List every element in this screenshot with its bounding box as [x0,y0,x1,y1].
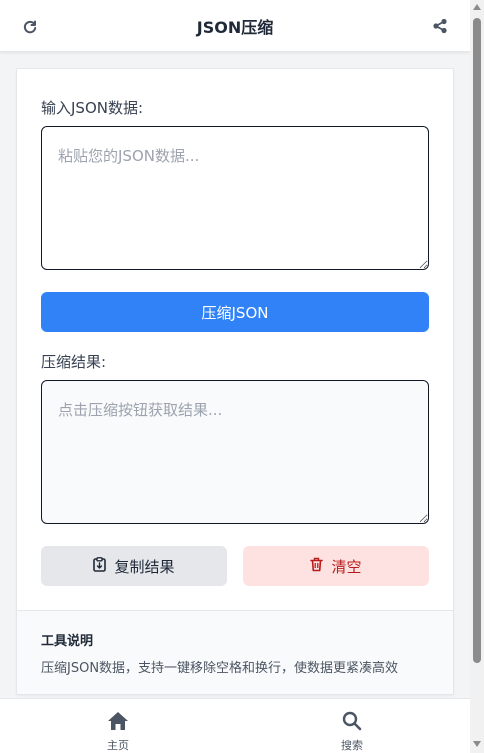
result-output[interactable] [41,380,429,524]
scroll-down-arrow[interactable] [473,741,481,747]
copy-result-button[interactable]: 复制结果 [41,546,227,586]
scrollbar-thumb[interactable] [473,18,481,663]
tool-info-description: 压缩JSON数据，支持一键移除空格和换行，使数据更紧凑高效 [41,661,399,676]
home-icon [107,711,129,735]
compress-button[interactable]: 压缩JSON [41,292,429,332]
refresh-icon[interactable] [20,16,40,36]
nav-item-home[interactable]: 主页 [88,711,148,753]
action-buttons: 复制结果 清空 [41,546,429,586]
search-icon [342,711,362,735]
scroll-up-arrow[interactable] [473,4,481,10]
scrollbar[interactable] [470,0,484,753]
nav-home-label: 主页 [107,739,129,752]
top-bar: JSON压缩 [0,0,470,52]
nav-item-search[interactable]: 搜索 [322,711,382,753]
trash-icon [310,557,324,576]
json-input[interactable] [41,126,429,270]
clear-label: 清空 [331,557,362,576]
copy-result-label: 复制结果 [114,557,175,576]
clipboard-icon [93,556,107,576]
share-icon[interactable] [430,16,450,36]
tool-info: 工具说明 压缩JSON数据，支持一键移除空格和换行，使数据更紧凑高效 [17,610,453,694]
bottom-nav: 主页 搜索 [0,698,470,753]
input-label: 输入JSON数据: [41,99,144,117]
main-card: 输入JSON数据: 压缩JSON 压缩结果: 复制结果 [16,68,454,695]
tool-info-heading: 工具说明 [41,634,94,649]
page-title: JSON压缩 [196,17,274,37]
clear-button[interactable]: 清空 [243,546,429,586]
nav-search-label: 搜索 [341,739,363,752]
result-label: 压缩结果: [41,353,107,371]
